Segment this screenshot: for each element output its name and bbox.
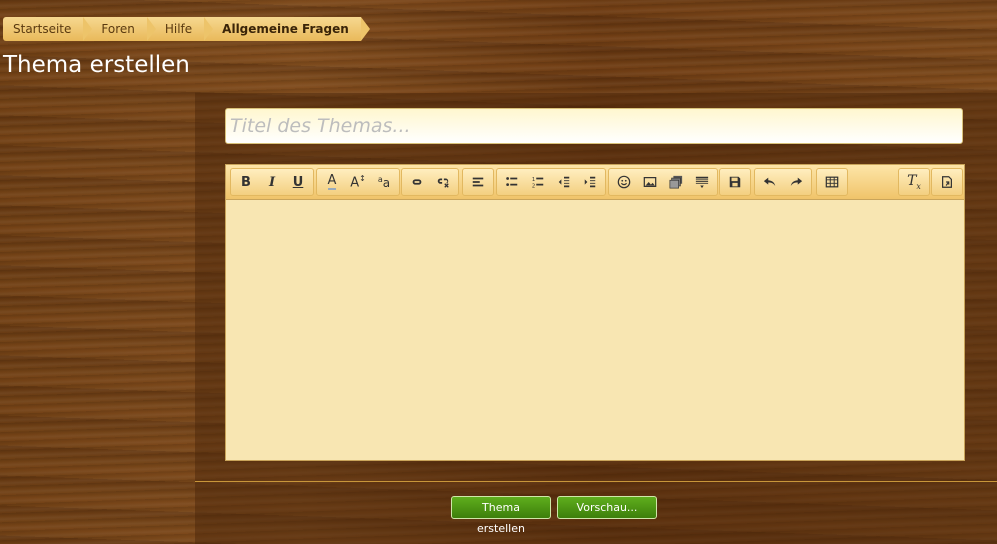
quote-icon[interactable]	[689, 169, 715, 195]
thread-form-panel: B I U A A↕ aa	[195, 93, 997, 544]
form-actions: Thema erstellen Vorschau...	[451, 496, 657, 535]
toolbar-group-draft	[719, 168, 751, 196]
redo-icon[interactable]	[783, 169, 809, 195]
svg-text:1: 1	[532, 177, 535, 183]
breadcrumb-item-startseite[interactable]: Startseite	[3, 17, 93, 41]
align-icon[interactable]	[465, 169, 491, 195]
breadcrumb: Startseite Foren Hilfe Allgemeine Fragen	[3, 17, 370, 41]
link-icon[interactable]	[404, 169, 430, 195]
italic-icon[interactable]: I	[259, 169, 285, 195]
preview-button[interactable]: Vorschau...	[557, 496, 657, 519]
toolbar-group-insert	[608, 168, 718, 196]
undo-icon[interactable]	[757, 169, 783, 195]
text-color-icon[interactable]: A	[319, 169, 345, 195]
toolbar-group-text-style: B I U	[230, 168, 314, 196]
toolbar-group-mode	[931, 168, 963, 196]
page-title: Thema erstellen	[3, 52, 190, 78]
editor-toolbar: B I U A A↕ aa 1 2 Tx	[226, 165, 964, 200]
editor-content-area[interactable]	[226, 200, 964, 460]
outdent-icon[interactable]	[551, 169, 577, 195]
toolbar-group-links	[401, 168, 459, 196]
table-icon[interactable]	[819, 169, 845, 195]
rich-text-editor: B I U A A↕ aa 1 2 Tx	[225, 164, 965, 461]
bullet-list-icon[interactable]	[499, 169, 525, 195]
remove-format-icon[interactable]: Tx	[901, 169, 927, 195]
toolbar-group-table	[816, 168, 848, 196]
underline-icon[interactable]: U	[285, 169, 311, 195]
font-size-icon[interactable]: A↕	[345, 169, 371, 195]
toolbar-group-lists: 12	[496, 168, 606, 196]
bold-icon[interactable]: B	[233, 169, 259, 195]
save-draft-icon[interactable]	[722, 169, 748, 195]
toolbar-group-format: Tx	[898, 168, 930, 196]
smiley-icon[interactable]	[611, 169, 637, 195]
create-thread-button[interactable]: Thema erstellen	[451, 496, 551, 535]
svg-text:2: 2	[532, 183, 535, 189]
media-icon[interactable]	[663, 169, 689, 195]
form-divider	[195, 481, 997, 482]
toolbar-group-align	[462, 168, 494, 196]
thread-title-input[interactable]	[225, 108, 963, 144]
numbered-list-icon[interactable]: 12	[525, 169, 551, 195]
toolbar-group-history	[754, 168, 812, 196]
breadcrumb-item-allgemeine-fragen[interactable]: Allgemeine Fragen	[204, 17, 370, 41]
breadcrumb-item-foren[interactable]: Foren	[83, 17, 157, 41]
unlink-icon[interactable]	[430, 169, 456, 195]
indent-icon[interactable]	[577, 169, 603, 195]
font-family-icon[interactable]: aa	[371, 169, 397, 195]
image-icon[interactable]	[637, 169, 663, 195]
toggle-bbcode-icon[interactable]	[934, 169, 960, 195]
toolbar-group-font: A A↕ aa	[316, 168, 400, 196]
